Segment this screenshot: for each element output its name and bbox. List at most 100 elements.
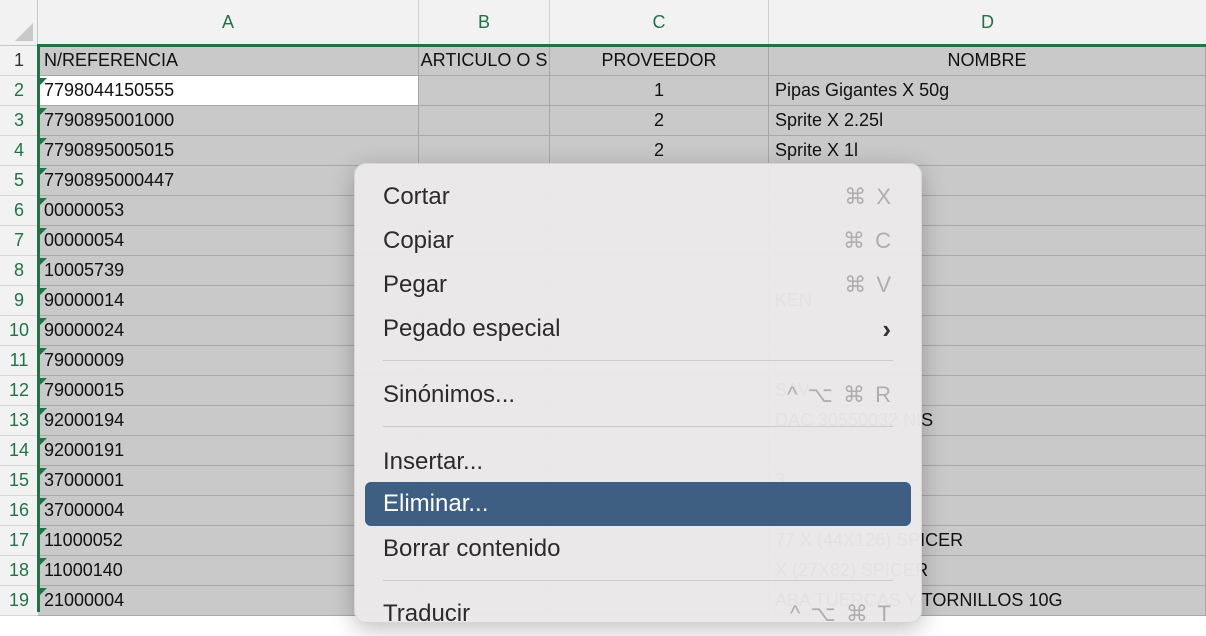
number-as-text-indicator-icon: [40, 438, 47, 445]
menu-item-copiar[interactable]: Copiar ⌘ C: [365, 219, 911, 263]
number-as-text-indicator-icon: [40, 408, 47, 415]
cell-value: 79000015: [44, 380, 125, 400]
cell-value: 2: [653, 110, 664, 130]
chevron-right-icon: ›: [882, 313, 891, 344]
cell-value: 79000009: [44, 350, 125, 370]
cell-value: Pipas Gigantes X 50g: [775, 80, 950, 100]
row-header[interactable]: 10: [0, 316, 38, 346]
column-header-a[interactable]: A: [38, 0, 419, 46]
cell-value: 00000053: [44, 200, 125, 220]
menu-item-pegar[interactable]: Pegar ⌘ V: [365, 263, 911, 307]
cell-art[interactable]: [419, 76, 550, 106]
cell-value: Sprite X 1l: [775, 140, 859, 160]
number-as-text-indicator-icon: [40, 588, 47, 595]
number-as-text-indicator-icon: [40, 168, 47, 175]
number-as-text-indicator-icon: [40, 468, 47, 475]
row-header[interactable]: 6: [0, 196, 38, 226]
number-as-text-indicator-icon: [40, 288, 47, 295]
menu-item-eliminar[interactable]: Eliminar...: [365, 482, 911, 526]
cell-value: 7790895000447: [44, 170, 175, 190]
row-header[interactable]: 1: [0, 46, 38, 76]
menu-separator: [383, 580, 893, 581]
menu-item-label: Pegar: [383, 271, 448, 298]
number-as-text-indicator-icon: [40, 558, 47, 565]
cell-prov[interactable]: 2: [550, 106, 769, 136]
number-as-text-indicator-icon: [40, 228, 47, 235]
row-header[interactable]: 13: [0, 406, 38, 436]
header-cell[interactable]: NOMBRE: [769, 46, 1206, 76]
number-as-text-indicator-icon: [40, 498, 47, 505]
number-as-text-indicator-icon: [40, 528, 47, 535]
menu-item-insertar[interactable]: Insertar...: [365, 440, 911, 484]
cell-value: 21000004: [44, 590, 125, 610]
cell-nombre[interactable]: Sprite X 1l: [769, 136, 1206, 166]
shortcut-copy: ⌘ C: [843, 228, 893, 253]
row-header[interactable]: 4: [0, 136, 38, 166]
cell-value: Sprite X 2.25l: [775, 110, 884, 130]
cell-value: 37000001: [44, 470, 125, 490]
cell-ref[interactable]: 7798044150555: [38, 76, 419, 106]
cell-value: 11000140: [44, 560, 123, 580]
menu-item-label: Pegado especial: [383, 315, 561, 342]
row-header[interactable]: 9: [0, 286, 38, 316]
cell-value: 10005739: [44, 260, 125, 280]
cell-value: 37000004: [44, 500, 125, 520]
cell-nombre[interactable]: Pipas Gigantes X 50g: [769, 76, 1206, 106]
shortcut-cut: ⌘ X: [844, 184, 893, 209]
menu-item-label: Eliminar...: [383, 490, 489, 517]
cell-value: 7798044150555: [44, 80, 175, 100]
row-header[interactable]: 8: [0, 256, 38, 286]
menu-item-label: Insertar...: [383, 448, 484, 475]
cell-value: 00000054: [44, 230, 125, 250]
row-header[interactable]: 17: [0, 526, 38, 556]
cell-nombre[interactable]: Sprite X 2.25l: [769, 106, 1206, 136]
menu-item-cortar[interactable]: Cortar ⌘ X: [365, 175, 911, 219]
row-header[interactable]: 16: [0, 496, 38, 526]
menu-item-label: Copiar: [383, 227, 454, 254]
cell-art[interactable]: [419, 106, 550, 136]
cell-art[interactable]: [419, 136, 550, 166]
number-as-text-indicator-icon: [40, 108, 47, 115]
menu-item-traducir[interactable]: Traducir ^ ⌥ ⌘ T: [365, 592, 911, 636]
shortcut-synonyms: ^ ⌥ ⌘ R: [787, 382, 893, 407]
number-as-text-indicator-icon: [40, 348, 47, 355]
menu-item-label: Borrar contenido: [383, 535, 561, 562]
cell-ref[interactable]: 7790895005015: [38, 136, 419, 166]
row-header[interactable]: 18: [0, 556, 38, 586]
cell-value: 11000052: [44, 530, 123, 550]
number-as-text-indicator-icon: [40, 378, 47, 385]
column-header-c[interactable]: C: [550, 0, 769, 46]
select-all-corner[interactable]: [0, 0, 38, 46]
cell-prov[interactable]: 1: [550, 76, 769, 106]
column-header-b[interactable]: B: [419, 0, 550, 46]
row-header[interactable]: 12: [0, 376, 38, 406]
menu-item-borrar-contenido[interactable]: Borrar contenido: [365, 527, 911, 571]
row-header[interactable]: 2: [0, 76, 38, 106]
number-as-text-indicator-icon: [40, 198, 47, 205]
context-menu: Cortar ⌘ X Copiar ⌘ C Pegar ⌘ V Pegado espe…: [354, 163, 922, 627]
cell-prov[interactable]: 2: [550, 136, 769, 166]
menu-item-pegado-especial[interactable]: Pegado especial ›: [365, 307, 911, 351]
row-header[interactable]: 15: [0, 466, 38, 496]
header-cell[interactable]: PROVEEDOR: [550, 46, 769, 76]
cell-ref[interactable]: 7790895001000: [38, 106, 419, 136]
cell-value: 1: [653, 80, 664, 100]
cell-value: 92000191: [44, 440, 125, 460]
row-header[interactable]: 11: [0, 346, 38, 376]
selection-top-border: [38, 44, 1206, 46]
number-as-text-indicator-icon: [40, 78, 47, 85]
row-header[interactable]: 5: [0, 166, 38, 196]
row-header[interactable]: 3: [0, 106, 38, 136]
header-cell[interactable]: ARTICULO O S: [419, 46, 550, 76]
cell-value: 90000014: [44, 290, 125, 310]
menu-separator: [383, 360, 893, 361]
row-header[interactable]: 14: [0, 436, 38, 466]
header-cell[interactable]: N/REFERENCIA: [38, 46, 419, 76]
column-header-d[interactable]: D: [769, 0, 1206, 46]
number-as-text-indicator-icon: [40, 318, 47, 325]
row-header[interactable]: 7: [0, 226, 38, 256]
menu-item-sinonimos[interactable]: Sinónimos... ^ ⌥ ⌘ R: [365, 373, 911, 417]
menu-item-label: Traducir: [383, 600, 471, 627]
shortcut-translate: ^ ⌥ ⌘ T: [789, 601, 893, 626]
cell-value: 2: [653, 140, 664, 160]
